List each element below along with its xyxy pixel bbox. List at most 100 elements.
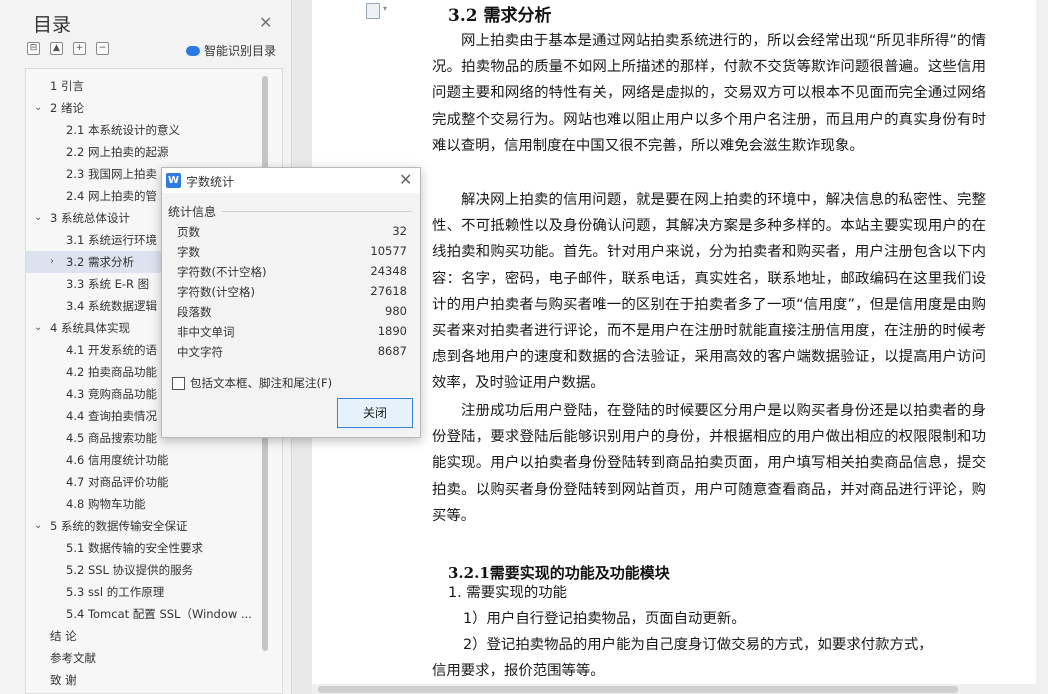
stat-value: 8687	[377, 344, 407, 358]
word-count-dialog: W 字数统计 ✕ 统计信息 页数 32 字数 10577 字符数(不计空格) 24348 字…	[161, 167, 421, 438]
chevron-down-icon[interactable]: ⌄	[34, 207, 42, 229]
paragraph-2: 解决网上拍卖的信用问题，就是要在网上拍卖的环境中，解决信息的私密性、完整性、不可…	[432, 192, 986, 392]
sidebar-toolbar: ⊟ ▲ + −	[27, 42, 109, 55]
stat-label: 字符数(计空格)	[177, 285, 255, 299]
stat-value: 27618	[370, 284, 407, 298]
smart-toc-label: 智能识别目录	[204, 44, 277, 58]
toc-item-label: 5.3 ssl 的工作原理	[66, 585, 165, 599]
toc-item-label: 结 论	[50, 629, 77, 643]
stat-value: 980	[385, 304, 407, 318]
checkbox-box[interactable]	[172, 376, 185, 390]
stat-value: 24348	[370, 264, 407, 278]
toc-item[interactable]: 4.6 信用度统计功能	[26, 449, 260, 471]
stat-row: 字数 10577	[177, 244, 407, 264]
stat-row: 段落数 980	[177, 304, 407, 324]
stat-row: 字符数(计空格) 27618	[177, 284, 407, 304]
toc-item[interactable]: 5.4 Tomcat 配置 SSL（Window ...	[26, 603, 260, 625]
collapse-all-icon[interactable]: ⊟	[27, 42, 40, 55]
toc-item[interactable]: 结 论	[26, 625, 260, 647]
chevron-down-icon[interactable]: ⌄	[34, 317, 42, 339]
add-heading-icon[interactable]: +	[73, 42, 86, 55]
vertical-scrollbar[interactable]	[1036, 0, 1048, 694]
stat-label: 页数	[177, 225, 200, 239]
toc-item-label: 3.4 系统数据逻辑	[66, 299, 157, 313]
smart-toc-icon	[186, 45, 200, 56]
toc-item[interactable]: 4.8 购物车功能	[26, 493, 260, 515]
stat-row: 中文字符 8687	[177, 344, 407, 364]
toc-item-label: 3.1 系统运行环境	[66, 233, 157, 247]
toc-item[interactable]: 1 引言	[26, 75, 260, 97]
chevron-right-icon[interactable]: ›	[50, 251, 54, 273]
close-button[interactable]: 关闭	[337, 398, 413, 428]
toc-item[interactable]: 4.7 对商品评价功能	[26, 471, 260, 493]
stat-label: 段落数	[177, 305, 212, 319]
remove-heading-icon[interactable]: −	[96, 42, 109, 55]
smart-toc-button[interactable]: 智能识别目录	[186, 42, 276, 59]
toc-item-label: 4.7 对商品评价功能	[66, 475, 169, 489]
stat-label: 字数	[177, 245, 200, 259]
chevron-down-icon[interactable]: ⌄	[34, 97, 42, 119]
list-item-2: 2）登记拍卖物品的用户能为自己度身订做交易的方式，如要求付款方式，	[463, 637, 933, 653]
toc-item-label: 2.2 网上拍卖的起源	[66, 145, 169, 159]
dialog-title: 字数统计	[186, 175, 235, 189]
stat-label: 中文字符	[177, 345, 223, 359]
dialog-close-icon[interactable]: ✕	[399, 170, 412, 189]
toc-item[interactable]: 5.1 数据传输的安全性要求	[26, 537, 260, 559]
wps-logo-icon: W	[166, 173, 181, 188]
toc-item[interactable]: 2.2 网上拍卖的起源	[26, 141, 260, 163]
expand-up-icon[interactable]: ▲	[50, 42, 63, 55]
stat-row: 非中文单词 1890	[177, 324, 407, 344]
toc-item-label: 致 谢	[50, 673, 77, 687]
toc-item-label: 4.3 竞购商品功能	[66, 387, 157, 401]
stat-row: 页数 32	[177, 224, 407, 244]
list-item-2-cont: 信用要求，报价范围等等。	[432, 663, 605, 679]
stat-value: 1890	[377, 324, 407, 338]
toc-item[interactable]: 致 谢	[26, 669, 260, 691]
toc-item-label: 4.2 拍卖商品功能	[66, 365, 157, 379]
toc-item[interactable]: ⌄ 2 绪论	[26, 97, 260, 119]
page-menu-caret-icon[interactable]: ▾	[383, 4, 387, 13]
checkbox-label: 包括文本框、脚注和尾注(F)	[190, 376, 333, 390]
dialog-titlebar[interactable]: W 字数统计 ✕	[162, 168, 420, 193]
toc-item-label: 4.5 商品搜索功能	[66, 431, 157, 445]
sidebar-close-icon[interactable]: ✕	[259, 13, 272, 32]
paragraph-1: 网上拍卖由于基本是通过网站拍卖系统进行的，所以会经常出现“所见非所得”的情况。拍…	[432, 33, 986, 154]
stats-group-label: 统计信息	[168, 205, 217, 219]
toc-item-label: 5.1 数据传输的安全性要求	[66, 541, 203, 555]
page-icon[interactable]	[366, 3, 380, 19]
toc-item-label: 3.3 系统 E-R 图	[66, 277, 150, 291]
toc-item-label: 3.2 需求分析	[66, 255, 134, 269]
include-notes-checkbox[interactable]: 包括文本框、脚注和尾注(F)	[172, 375, 332, 391]
stat-row: 字符数(不计空格) 24348	[177, 264, 407, 284]
toc-item-label: 2 绪论	[50, 101, 84, 115]
stat-label: 字符数(不计空格)	[177, 265, 267, 279]
toc-item-label: 2.4 网上拍卖的管	[66, 189, 157, 203]
toc-item[interactable]: 5.2 SSL 协议提供的服务	[26, 559, 260, 581]
paragraph-3: 注册成功后用户登陆，在登陆的时候要区分用户是以购买者身份还是以拍卖者的身份登陆，…	[432, 403, 986, 524]
section-heading: 3.2 需求分析	[448, 6, 552, 26]
toc-item[interactable]: 参考文献	[26, 647, 260, 669]
chevron-down-icon[interactable]: ⌄	[34, 515, 42, 537]
toc-item-label: 4 系统具体实现	[50, 321, 130, 335]
group-divider	[222, 211, 412, 212]
toc-item-label: 2.1 本系统设计的意义	[66, 123, 180, 137]
toc-item-label: 2.3 我国网上拍卖	[66, 167, 157, 181]
toc-item-label: 5.4 Tomcat 配置 SSL（Window ...	[66, 607, 252, 621]
toc-item[interactable]: 5.3 ssl 的工作原理	[26, 581, 260, 603]
toc-item[interactable]: 2.1 本系统设计的意义	[26, 119, 260, 141]
toc-item-label: 4.8 购物车功能	[66, 497, 146, 511]
horizontal-scrollbar-thumb[interactable]	[318, 686, 958, 693]
stat-label: 非中文单词	[177, 325, 235, 339]
list-item-1: 1）用户自行登记拍卖物品，页面自动更新。	[463, 611, 746, 627]
sidebar-title: 目录	[33, 14, 72, 36]
stat-value: 32	[392, 224, 407, 238]
toc-item-label: 3 系统总体设计	[50, 211, 130, 225]
stat-value: 10577	[370, 244, 407, 258]
toc-item-label: 5 系统的数据传输安全保证	[50, 519, 188, 533]
toc-item-label: 4.1 开发系统的语	[66, 343, 157, 357]
toc-item-label: 4.6 信用度统计功能	[66, 453, 169, 467]
list-heading: 1. 需要实现的功能	[448, 585, 568, 601]
toc-item[interactable]: ⌄ 5 系统的数据传输安全保证	[26, 515, 260, 537]
toc-item-label: 4.4 查询拍卖情况	[66, 409, 157, 423]
toc-item-label: 5.2 SSL 协议提供的服务	[66, 563, 194, 577]
